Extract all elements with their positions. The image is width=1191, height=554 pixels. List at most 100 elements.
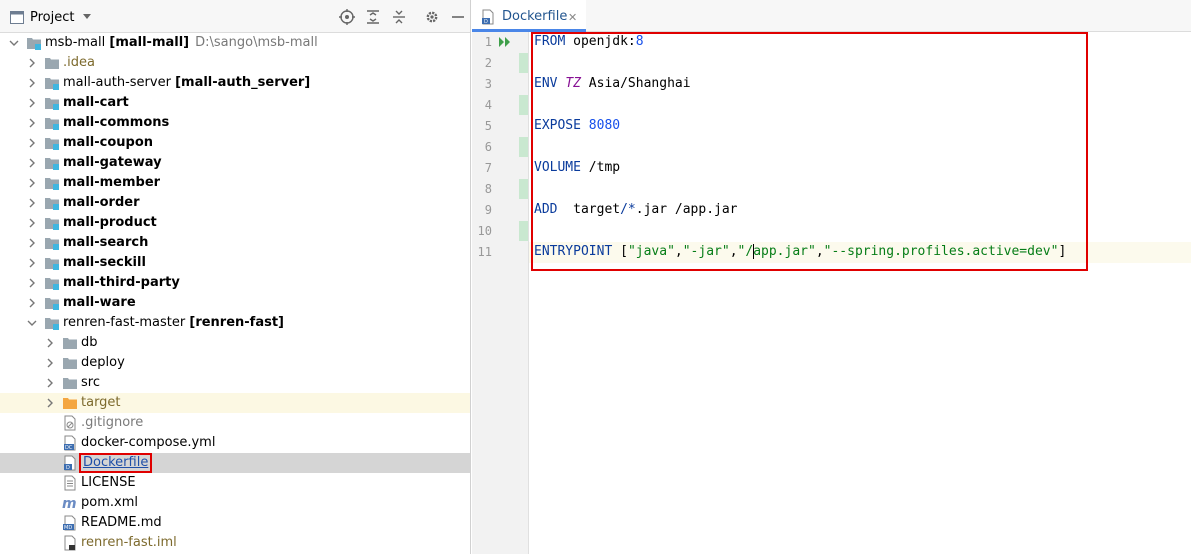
tab-dockerfile[interactable]: D Dockerfile ✕	[472, 0, 586, 32]
chevron-right-icon[interactable]	[26, 217, 38, 229]
expand-all-icon[interactable]	[365, 9, 381, 25]
svg-text:D: D	[484, 19, 488, 25]
locate-icon[interactable]	[339, 9, 355, 25]
line-number: 3	[484, 77, 492, 91]
annotation-highlight-box	[531, 32, 1088, 271]
code-line: ENTRYPOINT ["java","-jar","/app.jar","--…	[534, 244, 1067, 259]
tree-item-target[interactable]: target	[0, 393, 470, 413]
editor: D Dockerfile ✕ 1 2 3 4 5 6 7 8 9 10 11 F…	[472, 0, 1191, 554]
svg-text:m: m	[62, 496, 77, 511]
svg-text:DC: DC	[65, 445, 73, 451]
chevron-right-icon[interactable]	[26, 97, 38, 109]
tree-item-module[interactable]: mall-cart	[0, 93, 470, 113]
collapse-all-icon[interactable]	[391, 9, 407, 25]
minimize-icon[interactable]	[450, 9, 466, 25]
tab-label: Dockerfile	[502, 9, 568, 24]
folder-icon	[63, 378, 77, 389]
tree-item-license[interactable]: LICENSE	[0, 473, 470, 493]
module-folder-icon	[45, 218, 59, 230]
project-panel-title: Project	[30, 9, 75, 25]
tree-item-module[interactable]: mall-member	[0, 173, 470, 193]
tree-item-module[interactable]: mall-commons	[0, 113, 470, 133]
tree-item-docker-compose[interactable]: DC docker-compose.yml	[0, 433, 470, 453]
tree-label: renren-fast.iml	[81, 535, 177, 550]
chevron-right-icon[interactable]	[26, 197, 38, 209]
tree-item-msb-mall[interactable]: msb-mall [mall-mall] D:\sango\msb-mall	[0, 33, 470, 53]
tree-label: mall-coupon	[63, 135, 154, 150]
module-folder-icon	[45, 138, 59, 150]
tree-item-renren-fast-master[interactable]: renren-fast-master [renren-fast]	[0, 313, 470, 333]
dockerfile-icon: D	[482, 9, 494, 25]
tree-label: msb-mall	[45, 35, 106, 50]
tree-item-module[interactable]: mall-seckill	[0, 253, 470, 273]
change-marker[interactable]	[519, 179, 528, 199]
folder-icon	[63, 358, 77, 369]
chevron-right-icon[interactable]	[44, 337, 56, 349]
chevron-down-icon[interactable]	[8, 37, 20, 49]
module-folder-icon	[45, 178, 59, 190]
chevron-right-icon[interactable]	[26, 177, 38, 189]
tree-item-db[interactable]: db	[0, 333, 470, 353]
tree-item-deploy[interactable]: deploy	[0, 353, 470, 373]
chevron-right-icon[interactable]	[26, 57, 38, 69]
tree-item-module[interactable]: mall-ware	[0, 293, 470, 313]
folder-icon	[45, 58, 59, 69]
editor-tab-bar: D Dockerfile ✕	[472, 0, 1191, 32]
tree-label: db	[81, 335, 98, 350]
chevron-right-icon[interactable]	[26, 257, 38, 269]
tree-label: README.md	[81, 515, 162, 530]
line-number: 4	[484, 98, 492, 112]
chevron-right-icon[interactable]	[26, 117, 38, 129]
gear-icon[interactable]	[424, 9, 440, 25]
tree-label: mall-gateway	[63, 155, 162, 170]
tree-item-module[interactable]: mall-search	[0, 233, 470, 253]
tree-item-dockerfile[interactable]: D Dockerfile	[0, 453, 470, 473]
chevron-right-icon[interactable]	[44, 397, 56, 409]
tree-item-idea[interactable]: .idea	[0, 53, 470, 73]
change-marker[interactable]	[519, 53, 528, 73]
tree-item-module[interactable]: mall-coupon	[0, 133, 470, 153]
tree-item-module[interactable]: mall-gateway	[0, 153, 470, 173]
close-icon[interactable]: ✕	[568, 11, 577, 24]
run-icon[interactable]	[499, 37, 511, 47]
code-line: VOLUME /tmp	[534, 160, 621, 175]
tree-label: mall-cart	[63, 95, 129, 110]
code-line: ENV TZ Asia/Shanghai	[534, 76, 691, 91]
tree-item-module[interactable]: mall-third-party	[0, 273, 470, 293]
chevron-right-icon[interactable]	[44, 357, 56, 369]
line-number: 6	[484, 140, 492, 154]
chevron-down-icon[interactable]	[26, 317, 38, 329]
chevron-right-icon[interactable]	[26, 237, 38, 249]
iml-file-icon	[64, 535, 76, 551]
line-number: 2	[484, 56, 492, 70]
chevron-right-icon[interactable]	[26, 157, 38, 169]
chevron-right-icon[interactable]	[26, 137, 38, 149]
chevron-right-icon[interactable]	[26, 277, 38, 289]
tree-label: src	[81, 375, 100, 390]
change-marker[interactable]	[519, 95, 528, 115]
tree-item-gitignore[interactable]: .gitignore	[0, 413, 470, 433]
tree-label: mall-member	[63, 175, 161, 190]
change-marker[interactable]	[519, 221, 528, 241]
project-window-icon	[10, 10, 24, 24]
tree-item-readme[interactable]: MD README.md	[0, 513, 470, 533]
project-view-selector[interactable]: Project	[10, 9, 92, 25]
tree-label: .idea	[63, 55, 95, 70]
docker-compose-file-icon: DC	[64, 435, 76, 451]
tree-item-pom[interactable]: m pom.xml	[0, 493, 470, 513]
chevron-right-icon[interactable]	[26, 77, 38, 89]
svg-text:D: D	[66, 465, 70, 471]
line-number: 9	[484, 203, 492, 217]
chevron-right-icon[interactable]	[44, 377, 56, 389]
tree-label: mall-order	[63, 195, 140, 210]
tree-item-module[interactable]: mall-order	[0, 193, 470, 213]
module-name: [mall-mall]	[109, 35, 190, 50]
tree-item-module[interactable]: mall-product	[0, 213, 470, 233]
dockerfile-icon: D	[64, 455, 76, 471]
tree-item-iml[interactable]: renren-fast.iml	[0, 533, 470, 553]
chevron-right-icon[interactable]	[26, 297, 38, 309]
tree-item-src[interactable]: src	[0, 373, 470, 393]
tree-item-mall-auth-server[interactable]: mall-auth-server [mall-auth_server]	[0, 73, 470, 93]
tree-label: LICENSE	[81, 475, 136, 490]
change-marker[interactable]	[519, 137, 528, 157]
